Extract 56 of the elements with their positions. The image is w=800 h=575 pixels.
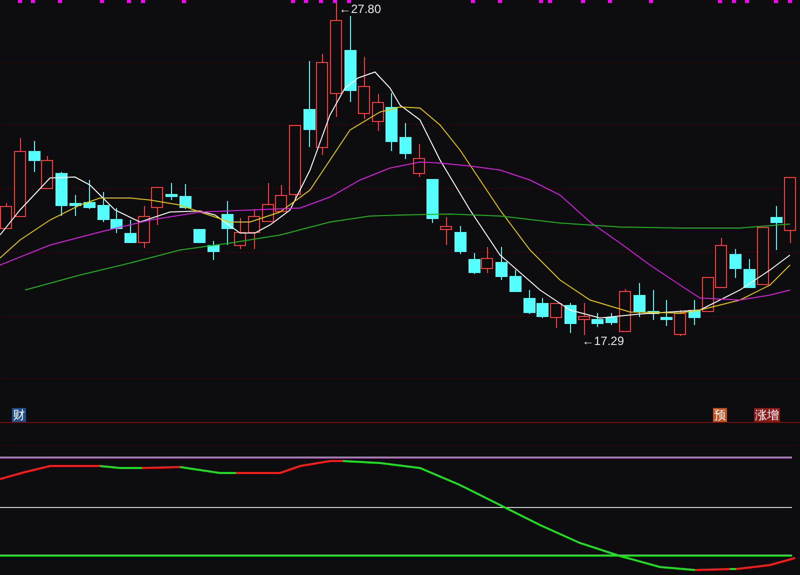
candlestick [98, 192, 110, 222]
candlestick [262, 182, 274, 222]
candlestick [166, 182, 178, 200]
candlestick [151, 186, 163, 226]
candlestick [648, 290, 660, 320]
candlestick [468, 252, 480, 274]
candlestick [124, 220, 136, 244]
tag[interactable]: 预 [713, 408, 727, 422]
candlestick [208, 240, 220, 260]
candlestick [138, 206, 150, 248]
candlestick [524, 290, 536, 314]
candlestick [481, 246, 493, 274]
candlestick [440, 216, 452, 246]
candlestick [702, 276, 714, 312]
candlestick [454, 226, 466, 254]
candlestick [41, 156, 53, 190]
candlestick [730, 248, 742, 278]
tag[interactable]: 财 [12, 408, 26, 422]
candlestick [413, 144, 425, 178]
candlestick [619, 288, 631, 332]
candlestick [496, 246, 508, 280]
candlestick [715, 238, 727, 288]
price-label: ←17.29 [582, 334, 624, 348]
candlestick [234, 218, 246, 250]
candlestick [248, 208, 260, 250]
candlestick [757, 226, 769, 286]
candlestick [688, 300, 700, 326]
candlestick [222, 200, 234, 246]
candlestick [578, 302, 590, 336]
candlestick [550, 302, 562, 328]
candlestick [358, 56, 370, 120]
candlestick [606, 312, 618, 326]
candlestick [28, 140, 40, 172]
candlestick [784, 176, 796, 244]
candlestick [770, 206, 782, 250]
candlestick [180, 184, 192, 210]
candlestick [744, 258, 756, 288]
candlestick [400, 122, 412, 160]
candlestick [372, 94, 384, 132]
candlestick [70, 194, 82, 216]
candlestick [536, 298, 548, 318]
candlestick [426, 178, 438, 224]
candlestick [510, 270, 522, 292]
candlestick [660, 300, 672, 326]
candlestick [84, 180, 96, 210]
candlestick [275, 184, 287, 212]
candlestick [386, 92, 398, 152]
candlestick [592, 312, 604, 328]
candlestick [56, 172, 68, 216]
candlestick [564, 302, 576, 334]
candlestick [194, 228, 206, 243]
candlestick [674, 310, 686, 336]
candlestick [634, 282, 646, 318]
candlestick [110, 208, 122, 234]
price-label: ←27.80 [339, 2, 382, 16]
tag[interactable]: 涨增 [754, 408, 780, 422]
